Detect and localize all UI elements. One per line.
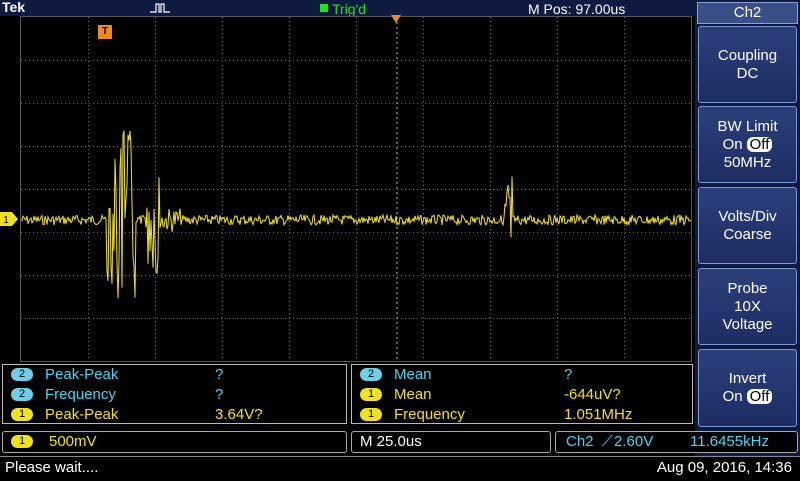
channel-1-scale: 500mV — [49, 433, 97, 450]
invert-label: Invert — [728, 370, 767, 387]
probe-button[interactable]: Probe 10X Voltage — [698, 268, 797, 345]
volts-div-label: Volts/Div — [718, 207, 777, 225]
volts-div-value: Coarse — [723, 225, 772, 243]
measurement-channel-badge: 1 — [11, 408, 33, 421]
coupling-value: DC — [736, 64, 759, 82]
measurement-name: Frequency — [45, 386, 116, 403]
bw-limit-off-toggle: Off — [746, 136, 773, 152]
measurement-channel-badge: 2 — [360, 368, 382, 381]
invert-button[interactable]: Invert On Off — [698, 349, 797, 427]
measurement-value: ? — [215, 366, 224, 383]
channel-1-scale-box[interactable]: 1 500mV — [2, 431, 347, 453]
measurement-channel-badge: 1 — [360, 388, 382, 401]
timebase-readout: M 25.0us — [360, 433, 422, 450]
measurements-right-panel: 2 Mean ? 1 Mean -644uV? 1 Frequency 1.05… — [351, 364, 693, 424]
coupling-button[interactable]: Coupling DC — [698, 26, 797, 103]
acquisition-icon — [150, 3, 170, 13]
channel-1-badge: 1 — [11, 435, 33, 448]
bw-limit-label: BW Limit — [717, 117, 778, 135]
bw-limit-on-label: On — [722, 135, 743, 153]
waveform-display — [20, 16, 692, 362]
bw-limit-button[interactable]: BW Limit On Off 50MHz — [698, 106, 797, 183]
trigger-frequency: 11.6455kHz — [690, 433, 769, 450]
menu-title: Ch2 — [697, 2, 798, 24]
probe-attenuation: 10X — [734, 297, 761, 315]
volts-div-button[interactable]: Volts/Div Coarse — [698, 187, 797, 264]
status-message: Please wait.... — [5, 459, 99, 476]
trigger-position-icon[interactable] — [391, 15, 401, 23]
measurement-value: 1.051MHz — [564, 406, 633, 423]
measurement-value: ? — [564, 366, 573, 383]
invert-on-label: On — [722, 388, 743, 405]
measurement-value: 3.64V? — [215, 406, 263, 423]
trigger-status-icon — [320, 4, 328, 12]
channel-1-ground-marker[interactable]: 1 — [0, 212, 18, 226]
measurement-channel-badge: 1 — [360, 408, 382, 421]
invert-off-toggle: Off — [746, 389, 773, 404]
measurement-name: Peak-Peak — [45, 366, 119, 383]
trigger-slope-icon: ⟋ — [602, 433, 613, 450]
trigger-status-label: Trig'd — [332, 1, 367, 17]
measurement-name: Frequency — [394, 406, 465, 423]
date-time: Aug 09, 2016, 14:36 — [656, 459, 792, 476]
trigger-level: 2.60V — [614, 433, 654, 450]
measurements-left-panel: 2 Peak-Peak ? 2 Frequency ? 1 Peak-Peak … — [2, 364, 347, 424]
trigger-status: Trig'd — [320, 1, 366, 17]
measurement-value: -644uV? — [564, 386, 621, 403]
bw-limit-bandwidth: 50MHz — [723, 153, 772, 171]
coupling-label: Coupling — [717, 46, 778, 64]
trigger-source: Ch2 — [566, 433, 594, 450]
status-bar: Please wait.... Aug 09, 2016, 14:36 — [0, 456, 800, 481]
svg-text:1: 1 — [3, 215, 9, 226]
measurement-channel-badge: 2 — [11, 368, 33, 381]
timebase-box[interactable]: M 25.0us — [351, 431, 551, 453]
trigger-marker[interactable]: T — [98, 25, 112, 39]
probe-type: Voltage — [722, 315, 773, 333]
brand-logo: Tek — [2, 0, 26, 15]
measurement-name: Mean — [394, 366, 432, 383]
measurement-name: Mean — [394, 386, 432, 403]
horizontal-position-readout: M Pos: 97.00us — [528, 1, 626, 17]
probe-label: Probe — [727, 279, 768, 297]
graticule — [21, 17, 691, 361]
measurement-value: ? — [215, 386, 224, 403]
measurement-channel-badge: 2 — [11, 388, 33, 401]
measurement-name: Peak-Peak — [45, 406, 119, 423]
trigger-readout-box[interactable]: Ch2 ⟋ 2.60V 11.6455kHz — [555, 431, 798, 453]
